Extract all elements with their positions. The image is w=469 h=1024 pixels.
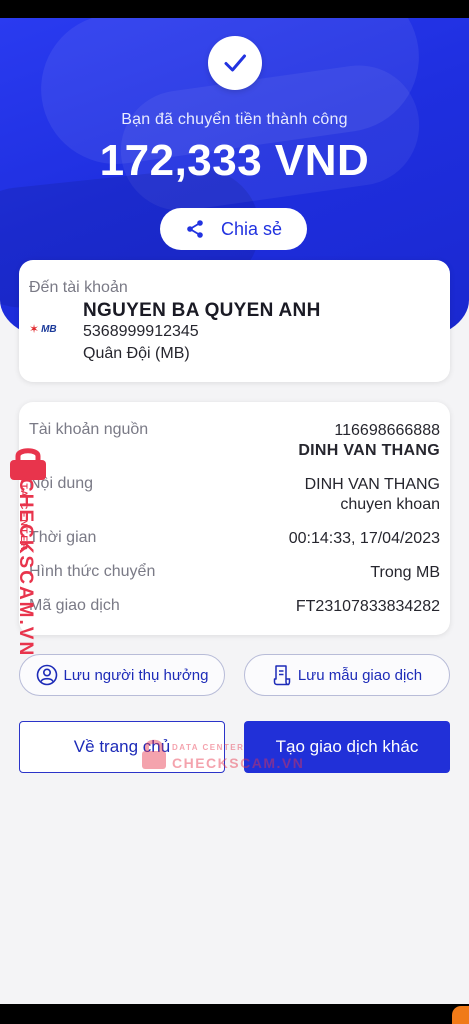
recipient-bank-name: Quân Đội (MB) xyxy=(83,345,190,362)
share-button[interactable]: Chia sẻ xyxy=(160,208,307,250)
transfer-amount: 172,333 VND xyxy=(99,136,370,185)
save-recipient-label: Lưu người thụ hưởng xyxy=(63,666,209,684)
success-badge xyxy=(208,36,262,90)
recipient-account-number: 5368999912345 xyxy=(83,323,199,340)
document-icon xyxy=(273,665,291,686)
detail-label: Tài khoản nguồn xyxy=(29,421,149,438)
watermark-side: DATA CENTER CHECKSCAM.VN xyxy=(4,446,50,658)
status-bar xyxy=(0,0,469,18)
share-label: Chia sẻ xyxy=(220,218,283,239)
transfer-method: Trong MB xyxy=(370,564,440,581)
save-template-button[interactable]: Lưu mẫu giao dịch xyxy=(244,654,450,696)
watermark-tagline: DATA CENTER xyxy=(172,743,245,752)
watermark-brand: CHECKSCAM.VN xyxy=(172,755,305,771)
recipient-label: Đến tài khoản xyxy=(29,279,128,296)
content-line-2: chuyen khoan xyxy=(340,496,440,513)
detail-row-transaction-id: Mã giao dịch FT23107833834282 xyxy=(29,597,440,617)
detail-row-content: Nội dung DINH VAN THANG chuyen khoan xyxy=(29,475,440,515)
user-circle-icon xyxy=(36,664,57,686)
watermark-brand: CHECKSCAM.VN xyxy=(15,478,36,658)
detail-row-source-account: Tài khoản nguồn 116698666888 DINH VAN TH… xyxy=(29,421,440,461)
recipient-name: NGUYEN BA QUYEN ANH xyxy=(83,300,321,321)
detail-row-transfer-method: Hình thức chuyển Trong MB xyxy=(29,563,440,583)
content-line-1: DINH VAN THANG xyxy=(304,476,440,493)
navigation-bar xyxy=(0,1004,469,1024)
check-icon xyxy=(224,54,246,72)
save-recipient-button[interactable]: Lưu người thụ hưởng xyxy=(19,654,225,696)
source-account-number: 116698666888 xyxy=(334,422,440,439)
success-message: Bạn đã chuyển tiền thành công xyxy=(121,111,348,128)
share-icon xyxy=(187,220,203,238)
save-template-label: Lưu mẫu giao dịch xyxy=(297,666,423,684)
transaction-time: 00:14:33, 17/04/2023 xyxy=(288,530,440,547)
bank-logo-text: MB xyxy=(41,323,57,335)
source-account-name: DINH VAN THANG xyxy=(298,442,440,459)
floating-badge[interactable] xyxy=(452,1006,469,1024)
detail-row-time: Thời gian 00:14:33, 17/04/2023 xyxy=(29,529,440,549)
transaction-details-card: Tài khoản nguồn 116698666888 DINH VAN TH… xyxy=(19,402,450,635)
watermark-center: DATA CENTER CHECKSCAM.VN xyxy=(140,738,310,774)
lock-icon xyxy=(142,739,166,769)
bank-logo: ✶ MB xyxy=(29,323,57,335)
transaction-id: FT23107833834282 xyxy=(295,598,440,615)
recipient-card: Đến tài khoản ✶ MB NGUYEN BA QUYEN ANH 5… xyxy=(19,260,450,382)
star-icon: ✶ xyxy=(29,322,40,336)
